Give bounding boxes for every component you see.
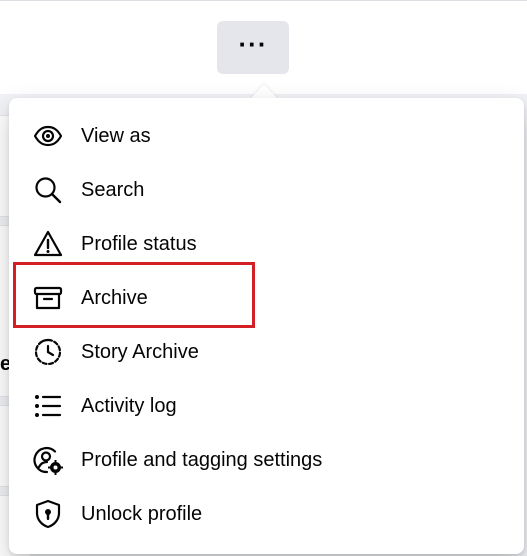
shield-lock-icon	[32, 498, 64, 530]
menu-item-label: Unlock profile	[81, 502, 203, 525]
more-dots-icon: ···	[238, 28, 268, 59]
menu-item-view-as[interactable]: View as	[9, 109, 524, 163]
story-archive-icon	[32, 336, 64, 368]
menu-item-activity-log[interactable]: Activity log	[9, 379, 524, 433]
profile-settings-icon	[32, 444, 64, 476]
menu-item-label: Profile status	[81, 232, 197, 255]
list-icon	[32, 390, 64, 422]
archive-box-icon	[32, 282, 64, 314]
menu-item-profile-tagging-settings[interactable]: Profile and tagging settings	[9, 433, 524, 487]
menu-item-story-archive[interactable]: Story Archive	[9, 325, 524, 379]
profile-options-menu: View as Search Profile status Archive St…	[9, 98, 524, 554]
menu-item-search[interactable]: Search	[9, 163, 524, 217]
menu-item-label: View as	[81, 124, 151, 147]
eye-icon	[32, 120, 64, 152]
warning-icon	[32, 228, 64, 260]
menu-pointer	[250, 84, 278, 99]
menu-list: View as Search Profile status Archive St…	[9, 109, 524, 541]
more-options-button[interactable]: ···	[217, 21, 289, 74]
menu-item-label: Archive	[81, 286, 148, 309]
menu-item-profile-status[interactable]: Profile status	[9, 217, 524, 271]
menu-item-label: Profile and tagging settings	[81, 448, 323, 471]
menu-item-archive[interactable]: Archive	[9, 271, 524, 325]
menu-item-label: Activity log	[81, 394, 177, 417]
menu-item-label: Search	[81, 178, 145, 201]
profile-page: er ··· View as	[0, 0, 527, 556]
menu-item-unlock-profile[interactable]: Unlock profile	[9, 487, 524, 541]
menu-item-label: Story Archive	[81, 340, 199, 363]
search-icon	[32, 174, 64, 206]
